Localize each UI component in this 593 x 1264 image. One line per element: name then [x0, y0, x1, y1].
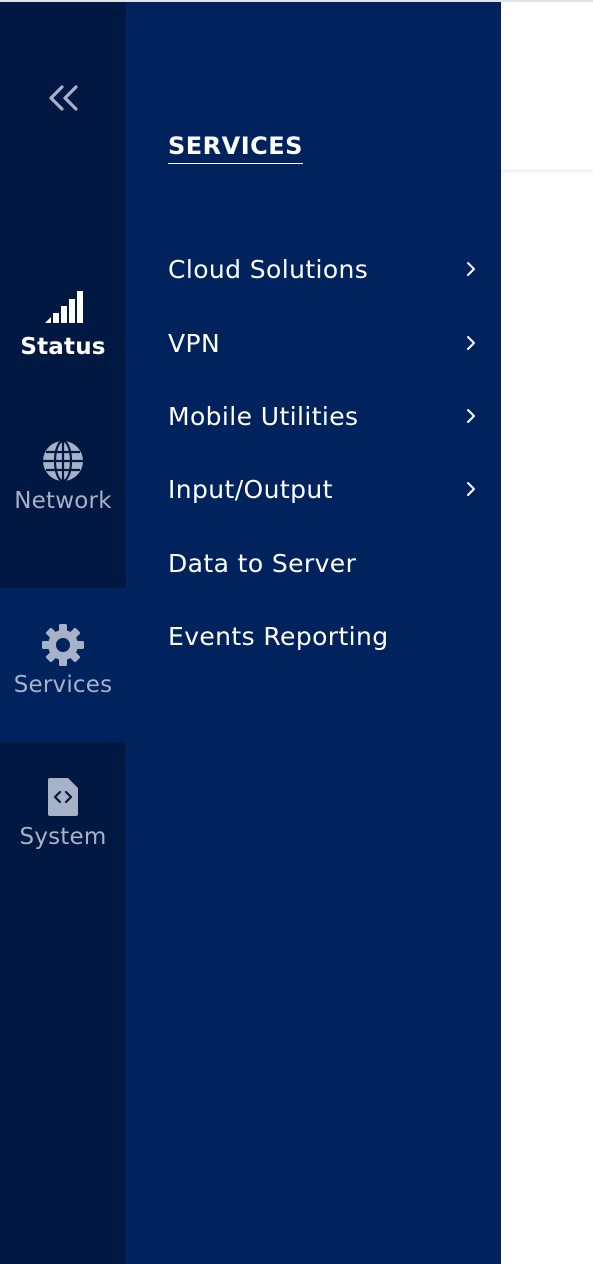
menu-item-label: Cloud Solutions: [168, 254, 369, 284]
menu-item-label: Mobile Utilities: [168, 401, 359, 431]
double-chevron-left-icon: [49, 85, 78, 111]
rail-item-services[interactable]: Services: [0, 588, 126, 742]
page: Status Network Services System SERVICES …: [0, 0, 593, 1264]
menu-item-label: VPN: [168, 328, 221, 358]
menu-item-label: Input/Output: [168, 474, 333, 504]
code-file-icon: [38, 772, 88, 822]
signal-bars-icon: [38, 282, 88, 332]
globe-icon: [38, 436, 88, 486]
rail-label-status: Status: [20, 334, 106, 360]
rail-item-system[interactable]: System: [0, 742, 126, 896]
content-header: [501, 2, 593, 171]
menu-item-label: Data to Server: [168, 548, 357, 578]
chevron-right-icon: [464, 406, 478, 426]
menu-item-mobile-utilities[interactable]: Mobile Utilities: [168, 391, 478, 441]
rail-label-system: System: [19, 824, 107, 850]
menu-item-label: Events Reporting: [168, 621, 389, 651]
rail-item-network[interactable]: Network: [0, 436, 126, 590]
collapse-sidebar-button[interactable]: [0, 62, 126, 134]
gear-icon: [38, 620, 88, 670]
icon-rail: Status Network Services System: [0, 2, 126, 1264]
menu-item-vpn[interactable]: VPN: [168, 318, 478, 368]
menu-item-data-to-server[interactable]: Data to Server: [168, 538, 478, 588]
menu-item-input-output[interactable]: Input/Output: [168, 464, 478, 514]
submenu-title: SERVICES: [168, 132, 303, 164]
rail-item-status[interactable]: Status: [0, 282, 126, 436]
services-submenu-panel: SERVICES Cloud Solutions VPN Mobile Util…: [126, 2, 501, 1264]
rail-label-services: Services: [13, 672, 113, 698]
chevron-right-icon: [464, 479, 478, 499]
chevron-right-icon: [464, 259, 478, 279]
rail-label-network: Network: [14, 488, 112, 514]
chevron-right-icon: [464, 333, 478, 353]
menu-item-cloud-solutions[interactable]: Cloud Solutions: [168, 244, 478, 294]
menu-item-events-reporting[interactable]: Events Reporting: [168, 611, 478, 661]
